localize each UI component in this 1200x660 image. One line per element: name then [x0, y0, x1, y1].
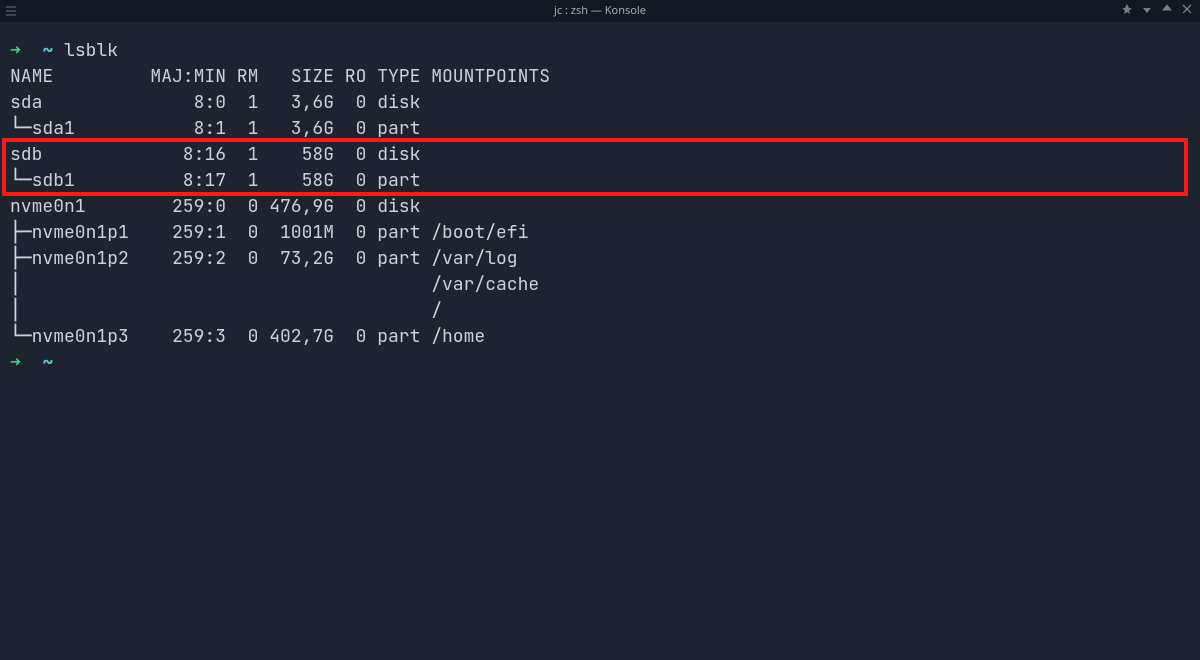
lsblk-row: ├─nvme0n1p1 259:1 0 1001M 0 part /boot/e… [10, 220, 1190, 246]
window-title: jc : zsh — Konsole [0, 0, 1200, 24]
minimize-icon[interactable] [1142, 0, 1152, 24]
lsblk-row: │ /var/cache [10, 272, 1190, 298]
prompt-line: ➜ ~ [10, 350, 1190, 376]
lsblk-header: NAME MAJ:MIN RM SIZE RO TYPE MOUNTPOINTS [10, 64, 1190, 90]
command-text: lsblk [64, 39, 118, 62]
prompt-line: ➜ ~ lsblk [10, 38, 1190, 64]
prompt-cwd: ~ [42, 351, 53, 374]
prompt-cwd: ~ [42, 39, 53, 62]
lsblk-row: │ / [10, 298, 1190, 324]
lsblk-row: ├─nvme0n1p2 259:2 0 73,2G 0 part /var/lo… [10, 246, 1190, 272]
lsblk-row: └─sda1 8:1 1 3,6G 0 part [10, 116, 1190, 142]
maximize-icon[interactable] [1162, 0, 1172, 24]
lsblk-row: └─nvme0n1p3 259:3 0 402,7G 0 part /home [10, 324, 1190, 350]
close-icon[interactable] [1182, 0, 1192, 24]
lsblk-row: └─sdb1 8:17 1 58G 0 part [10, 168, 1190, 194]
prompt-arrow-icon: ➜ [10, 39, 21, 62]
window-titlebar: jc : zsh — Konsole [0, 0, 1200, 22]
pin-icon[interactable] [1122, 0, 1132, 24]
lsblk-row: sdb 8:16 1 58G 0 disk [10, 142, 1190, 168]
app-menu-icon[interactable] [0, 5, 22, 17]
lsblk-row: sda 8:0 1 3,6G 0 disk [10, 90, 1190, 116]
window-controls [1122, 0, 1200, 24]
terminal-viewport[interactable]: ➜ ~ lsblkNAME MAJ:MIN RM SIZE RO TYPE MO… [0, 22, 1200, 376]
lsblk-row: nvme0n1 259:0 0 476,9G 0 disk [10, 194, 1190, 220]
prompt-arrow-icon: ➜ [10, 351, 21, 374]
